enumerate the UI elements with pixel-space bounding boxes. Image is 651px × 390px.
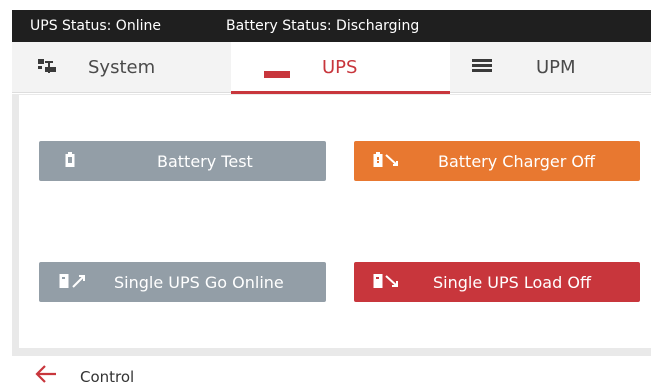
battery-test-label: Battery Test: [157, 152, 253, 171]
back-arrow-icon[interactable]: [34, 364, 58, 388]
tab-ups-label: UPS: [322, 57, 358, 78]
ups-icon: [264, 64, 290, 83]
battery-test-button[interactable]: Battery Test: [39, 141, 326, 181]
ups-status-text: UPS Status: Online: [30, 18, 161, 34]
footer-bar: Control: [0, 356, 651, 390]
single-ups-load-off-button[interactable]: Single UPS Load Off: [354, 262, 640, 302]
battery-charger-off-button[interactable]: Battery Charger Off: [354, 141, 640, 181]
single-ups-go-online-button[interactable]: Single UPS Go Online: [39, 262, 326, 302]
breadcrumb-control: Control: [80, 368, 135, 386]
battery-charger-off-icon: [373, 152, 401, 172]
single-ups-go-online-label: Single UPS Go Online: [114, 273, 284, 292]
ups-load-off-icon: [373, 273, 401, 293]
tab-upm[interactable]: UPM: [450, 42, 651, 93]
control-content: [19, 95, 651, 348]
system-tree-icon: [38, 58, 56, 78]
ups-go-online-icon: [59, 273, 89, 293]
status-bar: UPS Status: Online Battery Status: Disch…: [12, 10, 651, 42]
battery-icon: [65, 152, 75, 172]
upm-list-icon: [472, 58, 492, 78]
tab-system-label: System: [88, 57, 156, 78]
single-ups-load-off-label: Single UPS Load Off: [433, 273, 591, 292]
tab-ups[interactable]: UPS: [231, 42, 450, 94]
battery-status-text: Battery Status: Discharging: [226, 18, 420, 34]
tab-bar: System UPS UPM: [12, 42, 651, 94]
battery-charger-off-label: Battery Charger Off: [438, 152, 595, 171]
tab-upm-label: UPM: [536, 57, 576, 78]
tab-system[interactable]: System: [12, 42, 231, 93]
